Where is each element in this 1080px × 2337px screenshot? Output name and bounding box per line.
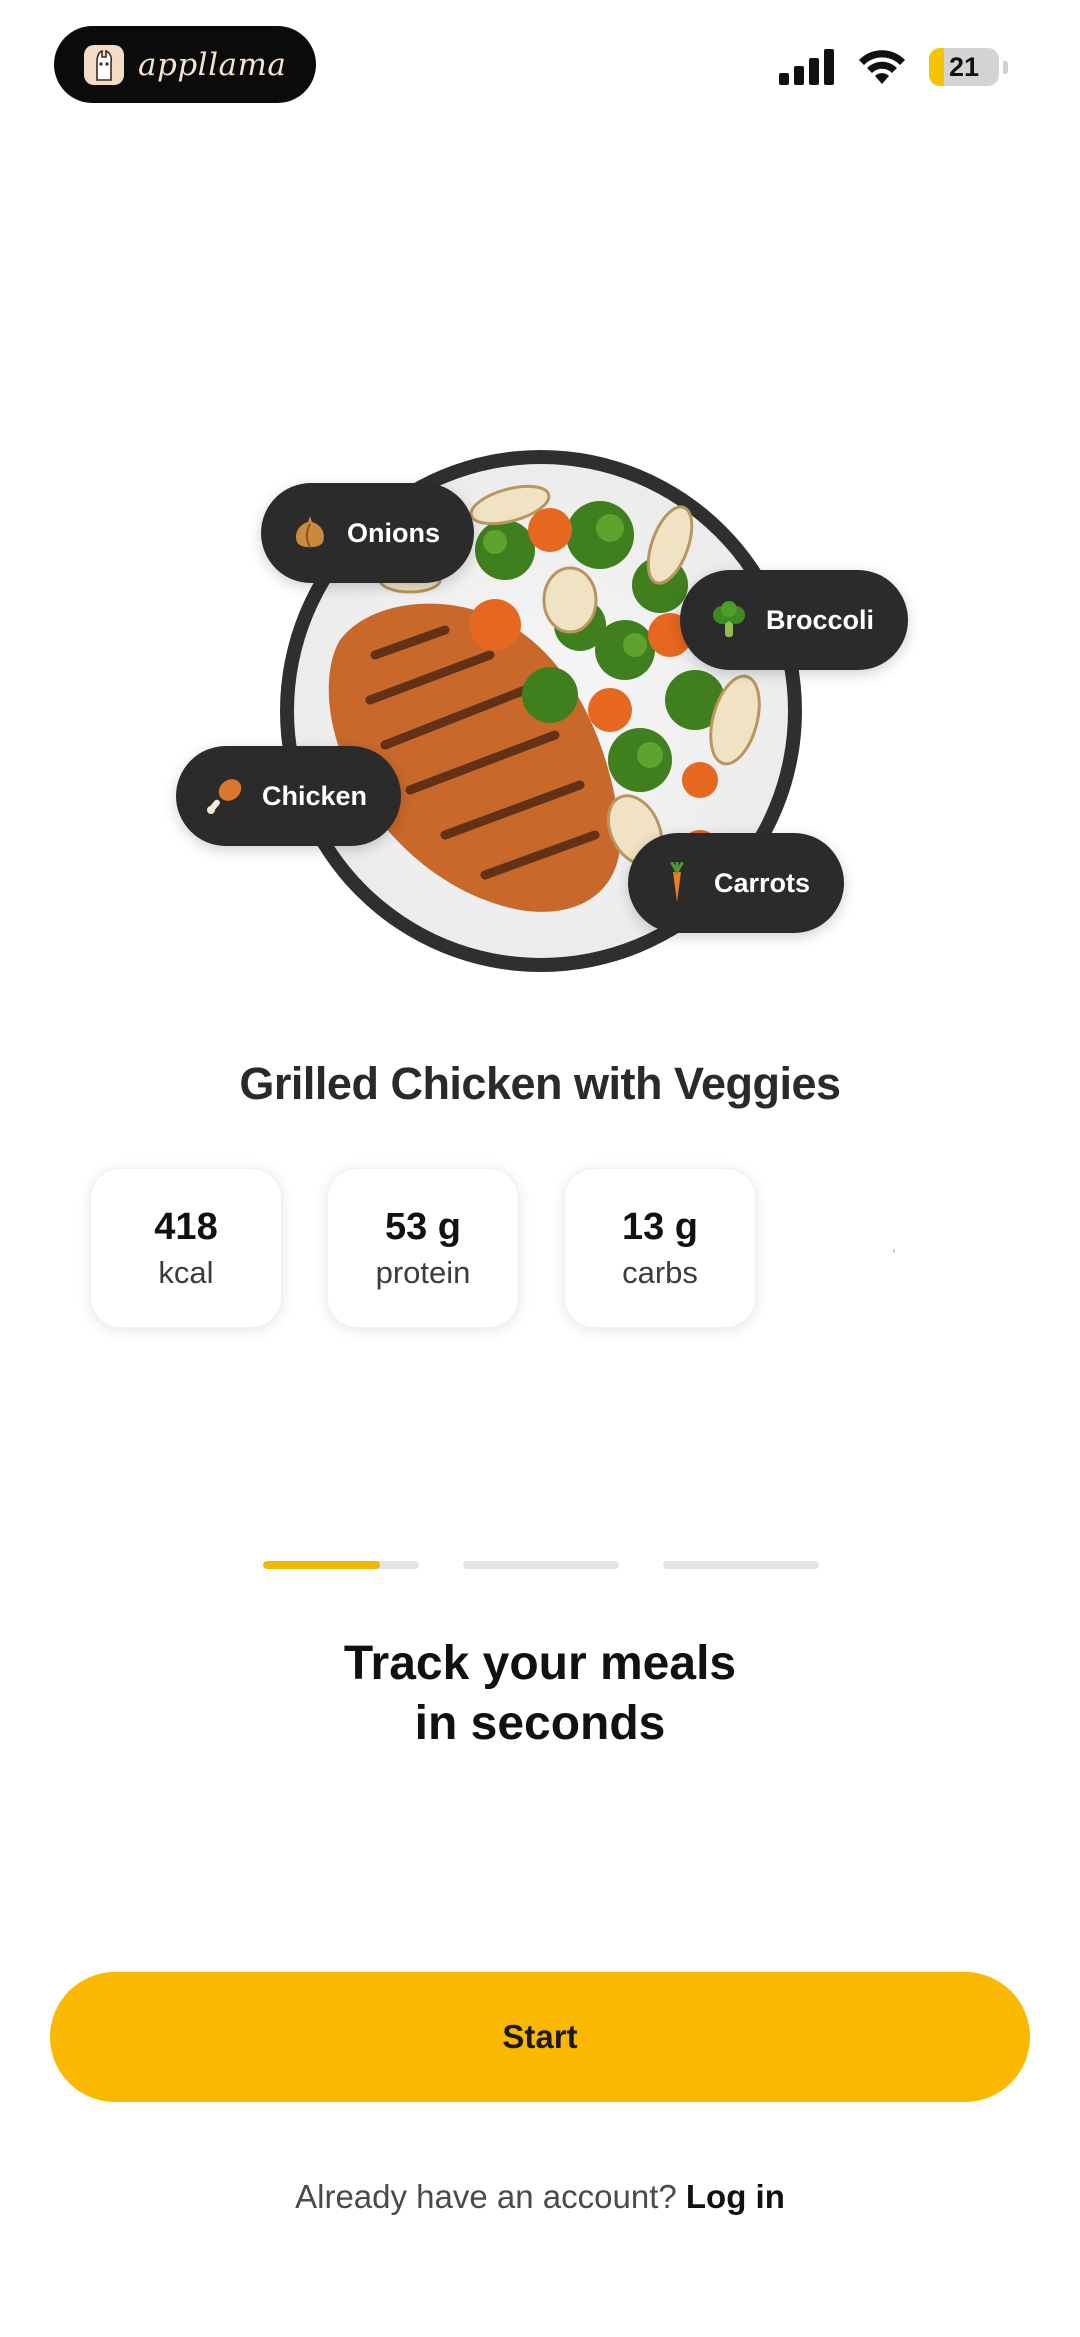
battery-level: 21 bbox=[948, 51, 980, 82]
ingredient-label: Chicken bbox=[262, 780, 368, 811]
ingredient-tag-carrots: Carrots bbox=[628, 833, 845, 933]
progress-step-2 bbox=[463, 1561, 619, 1569]
carrot-icon bbox=[658, 862, 696, 902]
headline-line-1: Track your meals bbox=[343, 1637, 737, 1690]
drumstick-icon bbox=[206, 777, 244, 815]
wifi-icon bbox=[859, 50, 905, 84]
progress-fill bbox=[263, 1561, 380, 1569]
macro-value: 13 g bbox=[621, 1205, 699, 1248]
ingredient-label: Broccoli bbox=[766, 604, 875, 635]
battery-fill bbox=[929, 48, 944, 86]
macro-value: 53 g bbox=[384, 1205, 462, 1248]
login-prompt: Already have an account? bbox=[295, 2178, 686, 2215]
brand-pill[interactable]: appllama bbox=[54, 26, 316, 103]
macro-unit: kcal bbox=[158, 1254, 214, 1290]
start-button[interactable]: Start bbox=[50, 1972, 1030, 2102]
ingredient-tag-onions: Onions bbox=[261, 483, 474, 583]
onboarding-headline: Track your meals in seconds bbox=[0, 1634, 1080, 1754]
status-icons: 21 bbox=[779, 48, 1008, 86]
battery-nub bbox=[1003, 60, 1008, 74]
ingredient-label: Carrots bbox=[714, 867, 811, 898]
onboarding-progress bbox=[263, 1561, 819, 1569]
broccoli-icon bbox=[710, 601, 748, 639]
stray-mark: , bbox=[892, 1238, 896, 1254]
login-link[interactable]: Log in bbox=[686, 2178, 785, 2215]
signal-icon bbox=[779, 49, 834, 85]
login-row: Already have an account? Log in bbox=[0, 2178, 1080, 2216]
meal-illustration: Onions Broccoli Chicken Carrots bbox=[0, 440, 1080, 1000]
llama-logo-icon bbox=[84, 44, 124, 85]
onion-icon bbox=[291, 514, 329, 552]
ingredient-tag-broccoli: Broccoli bbox=[680, 570, 909, 670]
ingredient-tag-chicken: Chicken bbox=[176, 746, 402, 846]
onboarding-screen: appllama 21 Onions Broccoli Chicken Carr… bbox=[0, 0, 1080, 2337]
macro-unit: carbs bbox=[622, 1254, 698, 1290]
ingredient-label: Onions bbox=[347, 517, 440, 548]
battery-icon: 21 bbox=[929, 48, 999, 86]
progress-step-3 bbox=[663, 1561, 819, 1569]
macro-value: 418 bbox=[154, 1205, 218, 1248]
macro-card-carbs: 13 g carbs bbox=[564, 1168, 756, 1328]
brand-name: appllama bbox=[138, 46, 287, 83]
macro-unit: protein bbox=[375, 1254, 471, 1290]
macro-card-kcal: 418 kcal bbox=[90, 1168, 282, 1328]
progress-step-1 bbox=[263, 1561, 419, 1569]
meal-title: Grilled Chicken with Veggies bbox=[239, 1058, 841, 1109]
headline-line-2: in seconds bbox=[414, 1697, 666, 1750]
macro-card-protein: 53 g protein bbox=[327, 1168, 519, 1328]
